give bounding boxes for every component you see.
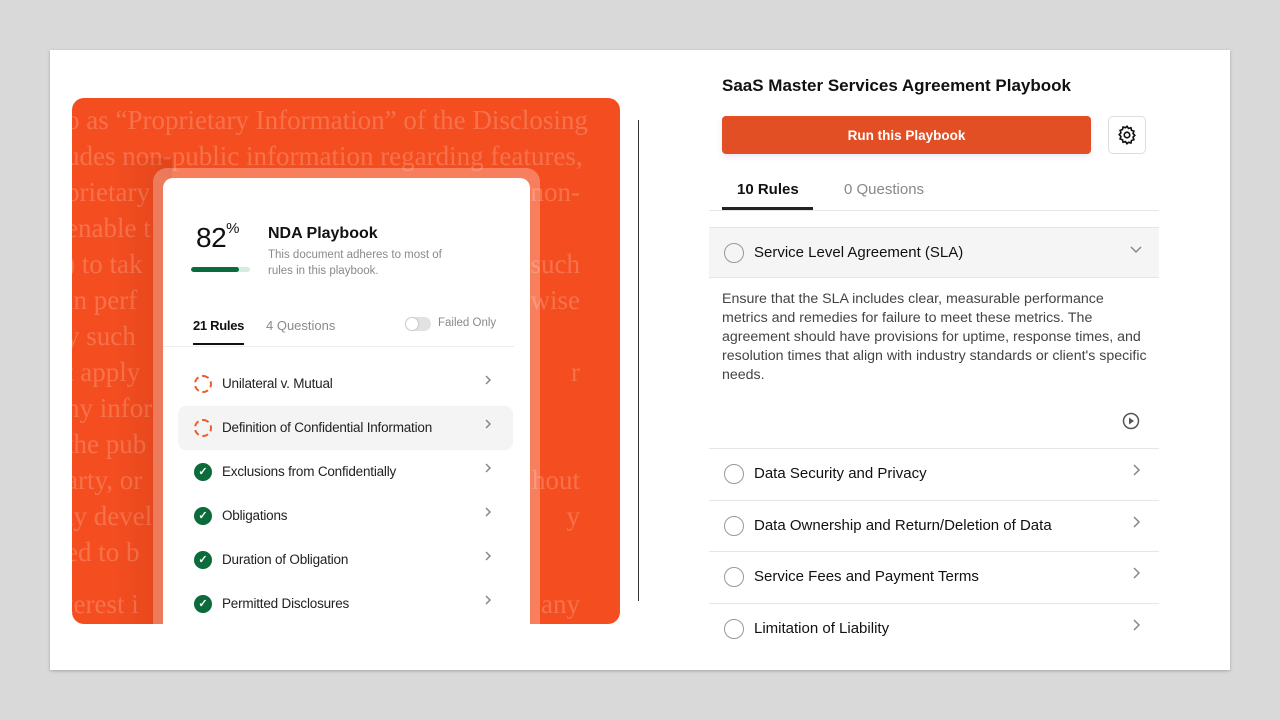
- status-circle-icon: [724, 619, 744, 640]
- background-text-line: r: [571, 357, 580, 387]
- score-progress-bar: [191, 267, 250, 272]
- nda-preview-panel: o as “Proprietary Information” of the Di…: [72, 98, 620, 624]
- rule-row-expanded[interactable]: Service Level Agreement (SLA): [709, 227, 1159, 278]
- chevron-right-icon: [483, 593, 493, 612]
- rule-label: Service Fees and Payment Terms: [754, 568, 979, 586]
- gear-icon: [1118, 125, 1136, 145]
- chevron-right-icon: [483, 417, 493, 436]
- failed-only-toggle[interactable]: [405, 317, 431, 331]
- status-circle-icon: [724, 567, 744, 588]
- score: 82%: [196, 220, 239, 253]
- chevron-right-icon: [1129, 566, 1143, 585]
- rule-row[interactable]: Limitation of Liability: [709, 604, 1159, 655]
- nda-playbook-card: 82% NDA Playbook This document adheres t…: [163, 178, 530, 624]
- rule-label: Duration of Obligation: [222, 552, 349, 567]
- rule-item[interactable]: Unilateral v. Mutual: [178, 362, 513, 406]
- run-playbook-button[interactable]: Run this Playbook: [722, 116, 1091, 154]
- failed-status-icon: [194, 419, 212, 437]
- background-text-line: y: [566, 501, 581, 531]
- rule-item[interactable]: ✓ Exclusions from Confidentially: [178, 450, 513, 494]
- status-circle-icon: [724, 243, 744, 263]
- rule-label: Data Security and Privacy: [754, 465, 927, 482]
- failed-only-label: Failed Only: [438, 317, 497, 329]
- rule-item[interactable]: Definition of Confidential Information: [178, 406, 513, 450]
- failed-status-icon: [194, 375, 212, 393]
- rule-item[interactable]: ✓ Obligations: [178, 494, 513, 538]
- tab-rules[interactable]: 10 Rules: [737, 181, 799, 198]
- rule-label: Permitted Disclosures: [222, 596, 350, 611]
- rule-label: Limitation of Liability: [754, 620, 890, 638]
- rule-item[interactable]: ✓ Permitted Disclosures: [178, 582, 513, 624]
- rule-label: Service Level Agreement (SLA): [754, 244, 964, 261]
- rule-row[interactable]: Data Ownership and Return/Deletion of Da…: [709, 501, 1159, 552]
- card-subtitle: This document adheres to most of rules i…: [268, 249, 442, 277]
- rule-description: Ensure that the SLA includes clear, meas…: [722, 291, 1147, 383]
- play-icon[interactable]: [1122, 412, 1140, 435]
- rule-item[interactable]: ✓ Duration of Obligation: [178, 538, 513, 582]
- chevron-right-icon: [483, 461, 493, 480]
- status-circle-icon: [724, 515, 744, 536]
- background-text-line: o as “Proprietary Information” of the Di…: [72, 105, 588, 135]
- rule-row[interactable]: Service Fees and Payment Terms: [709, 552, 1159, 603]
- settings-button[interactable]: [1108, 116, 1146, 154]
- check-icon: ✓: [194, 507, 212, 525]
- card-title: NDA Playbook: [268, 225, 378, 242]
- rule-label: Unilateral v. Mutual: [222, 376, 333, 391]
- tab-questions[interactable]: 0 Questions: [844, 181, 924, 198]
- chevron-right-icon: [1129, 463, 1143, 482]
- chevron-right-icon: [483, 505, 493, 524]
- tab-questions[interactable]: 4 Questions: [266, 318, 335, 333]
- background-text-line: any: [541, 589, 580, 619]
- check-icon: ✓: [194, 551, 212, 569]
- chevron-right-icon: [483, 549, 493, 568]
- tab-rules[interactable]: 21 Rules: [193, 318, 244, 333]
- chevron-right-icon: [483, 373, 493, 392]
- rule-label: Data Ownership and Return/Deletion of Da…: [754, 516, 1052, 534]
- rule-row[interactable]: Data Security and Privacy: [709, 449, 1159, 500]
- playbook-title: SaaS Master Services Agreement Playbook: [722, 76, 1071, 95]
- chevron-down-icon[interactable]: [1129, 242, 1143, 261]
- check-icon: ✓: [194, 595, 212, 613]
- rule-label: Obligations: [222, 508, 288, 523]
- check-icon: ✓: [194, 463, 212, 481]
- divider: [638, 120, 639, 601]
- rule-label: Exclusions from Confidentially: [222, 464, 397, 479]
- chevron-right-icon: [1129, 618, 1143, 637]
- rule-label: Definition of Confidential Information: [222, 420, 433, 435]
- status-circle-icon: [724, 464, 744, 484]
- chevron-right-icon: [1129, 515, 1143, 534]
